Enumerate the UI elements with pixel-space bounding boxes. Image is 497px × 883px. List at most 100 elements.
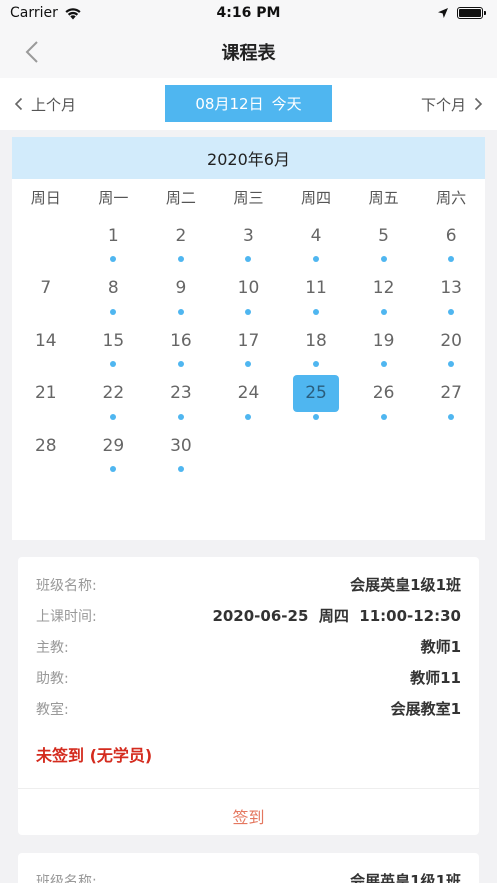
calendar-week: 14 15 16 17 18 19 20 [12,320,485,373]
calendar-day-30[interactable]: 30 [147,425,215,478]
class-name-label: 班级名称: [36,873,97,883]
day-number: 27 [440,383,462,403]
day-number: 7 [40,278,52,298]
day-number: 19 [372,330,395,351]
class-indicator-dot [177,413,184,420]
class-time-row: 上课时间: 2020-06-25 周四 11:00-12:30 [18,600,479,631]
class-card: 班级名称: 会展英皇1级1班 上课时间: 2020-06-25 周四 11:00… [18,557,479,835]
calendar-day-8[interactable]: 8 [80,268,148,321]
class-indicator-dot [177,256,184,262]
class-name-label: 班级名称: [36,577,97,594]
calendar-day-11[interactable]: 11 [282,268,350,321]
next-month-label: 下个月 [420,95,466,114]
calendar-day-2[interactable]: 2 [147,215,215,268]
calendar-day-23[interactable]: 23 [147,373,215,426]
main-teacher-row: 主教: 教师1 [18,631,479,662]
calendar-day-12[interactable]: 12 [350,268,418,321]
classroom-label: 教室: [36,701,69,718]
day-number: 14 [34,330,57,351]
day-number: 17 [237,330,260,351]
day-number [23,217,69,254]
calendar-day-4[interactable]: 4 [282,215,350,268]
previous-month-button[interactable]: 上个月 [14,94,76,115]
calendar-day-1[interactable]: 1 [80,215,148,268]
class-indicator-dot [313,308,320,315]
calendar-day-7[interactable]: 7 [12,268,80,321]
attendance-status: 未签到 (无学员) [36,746,153,765]
next-month-button[interactable]: 下个月 [421,94,483,115]
calendar-day-27[interactable]: 27 [417,373,485,426]
day-number: 6 [445,225,457,246]
class-indicator-dot [380,361,387,367]
classroom-row: 教室: 会展教室1 [18,693,479,724]
class-indicator-dot [313,361,320,367]
calendar-empty-cell [282,425,350,478]
day-number: 22 [102,383,125,403]
chevron-right-icon [474,97,483,111]
check-in-button[interactable]: 签到 [18,789,479,842]
day-number: 11 [305,278,327,298]
main-teacher-label: 主教: [36,639,69,656]
day-number: 16 [170,330,192,351]
calendar-day-3[interactable]: 3 [215,215,283,268]
calendar-day-16[interactable]: 16 [147,320,215,373]
today-date: 08月12日 [195,95,264,113]
weekday-header: 周日 周一 周二 周三 周四 周五 周六 [12,179,485,215]
calendar-day-5[interactable]: 5 [350,215,418,268]
calendar-day-10[interactable]: 10 [215,268,283,321]
class-name-value: 会展英皇1级1班 [350,576,461,594]
calendar-day-24[interactable]: 24 [215,373,283,426]
class-indicator-dot [245,413,252,420]
day-number [225,427,271,464]
calendar-day-17[interactable]: 17 [215,320,283,373]
calendar-day-18[interactable]: 18 [282,320,350,373]
class-indicator-dot [448,361,455,367]
calendar-day-29[interactable]: 29 [80,425,148,478]
day-number: 15 [102,330,125,351]
today-button[interactable]: 08月12日 今天 [165,85,332,122]
calendar-day-6[interactable]: 6 [417,215,485,268]
battery-icon [457,7,486,19]
class-card: 班级名称: 会展英皇1级1班 [18,853,479,883]
class-indicator-dot [177,361,184,367]
calendar-week: 1 2 3 4 5 6 [12,215,485,268]
calendar-day-22[interactable]: 22 [80,373,148,426]
calendar-day-15[interactable]: 15 [80,320,148,373]
class-indicator-dot [245,256,252,262]
day-number: 5 [378,225,389,246]
back-button[interactable] [18,38,46,66]
assistant-teacher-value: 教师11 [410,669,461,687]
chevron-left-icon [14,97,23,111]
weekday-label: 周日 [30,188,61,207]
day-number [361,427,407,464]
calendar-day-20[interactable]: 20 [417,320,485,373]
calendar-day-9[interactable]: 9 [147,268,215,321]
day-number: 26 [372,383,395,403]
class-name-value: 会展英皇1级1班 [350,872,461,883]
class-indicator-dot [448,413,455,420]
class-indicator-dot [448,308,455,315]
day-number: 12 [372,278,395,298]
class-indicator-dot [380,413,387,420]
weekday-label: 周一 [98,188,129,207]
calendar-day-21[interactable]: 21 [12,373,80,426]
day-number: 1 [107,225,119,246]
calendar-day-19[interactable]: 19 [350,320,418,373]
calendar-week: 21 22 23 24 25 26 27 [12,373,485,426]
class-indicator-dot [110,256,117,262]
class-indicator-dot [380,308,387,315]
day-number: 8 [107,278,119,298]
calendar-day-13[interactable]: 13 [417,268,485,321]
calendar-day-25[interactable]: 25 [282,373,350,426]
class-name-row: 班级名称: 会展英皇1级1班 [18,865,479,883]
calendar-day-26[interactable]: 26 [350,373,418,426]
day-number: 20 [440,330,462,351]
class-indicator-dot [110,308,117,315]
class-indicator-dot [245,361,252,367]
day-number: 18 [305,330,327,351]
class-time-label: 上课时间: [36,608,97,625]
calendar-day-28[interactable]: 28 [12,425,80,478]
calendar-day-14[interactable]: 14 [12,320,80,373]
class-name-row: 班级名称: 会展英皇1级1班 [18,569,479,600]
calendar-month-title: 2020年6月 [12,137,485,179]
